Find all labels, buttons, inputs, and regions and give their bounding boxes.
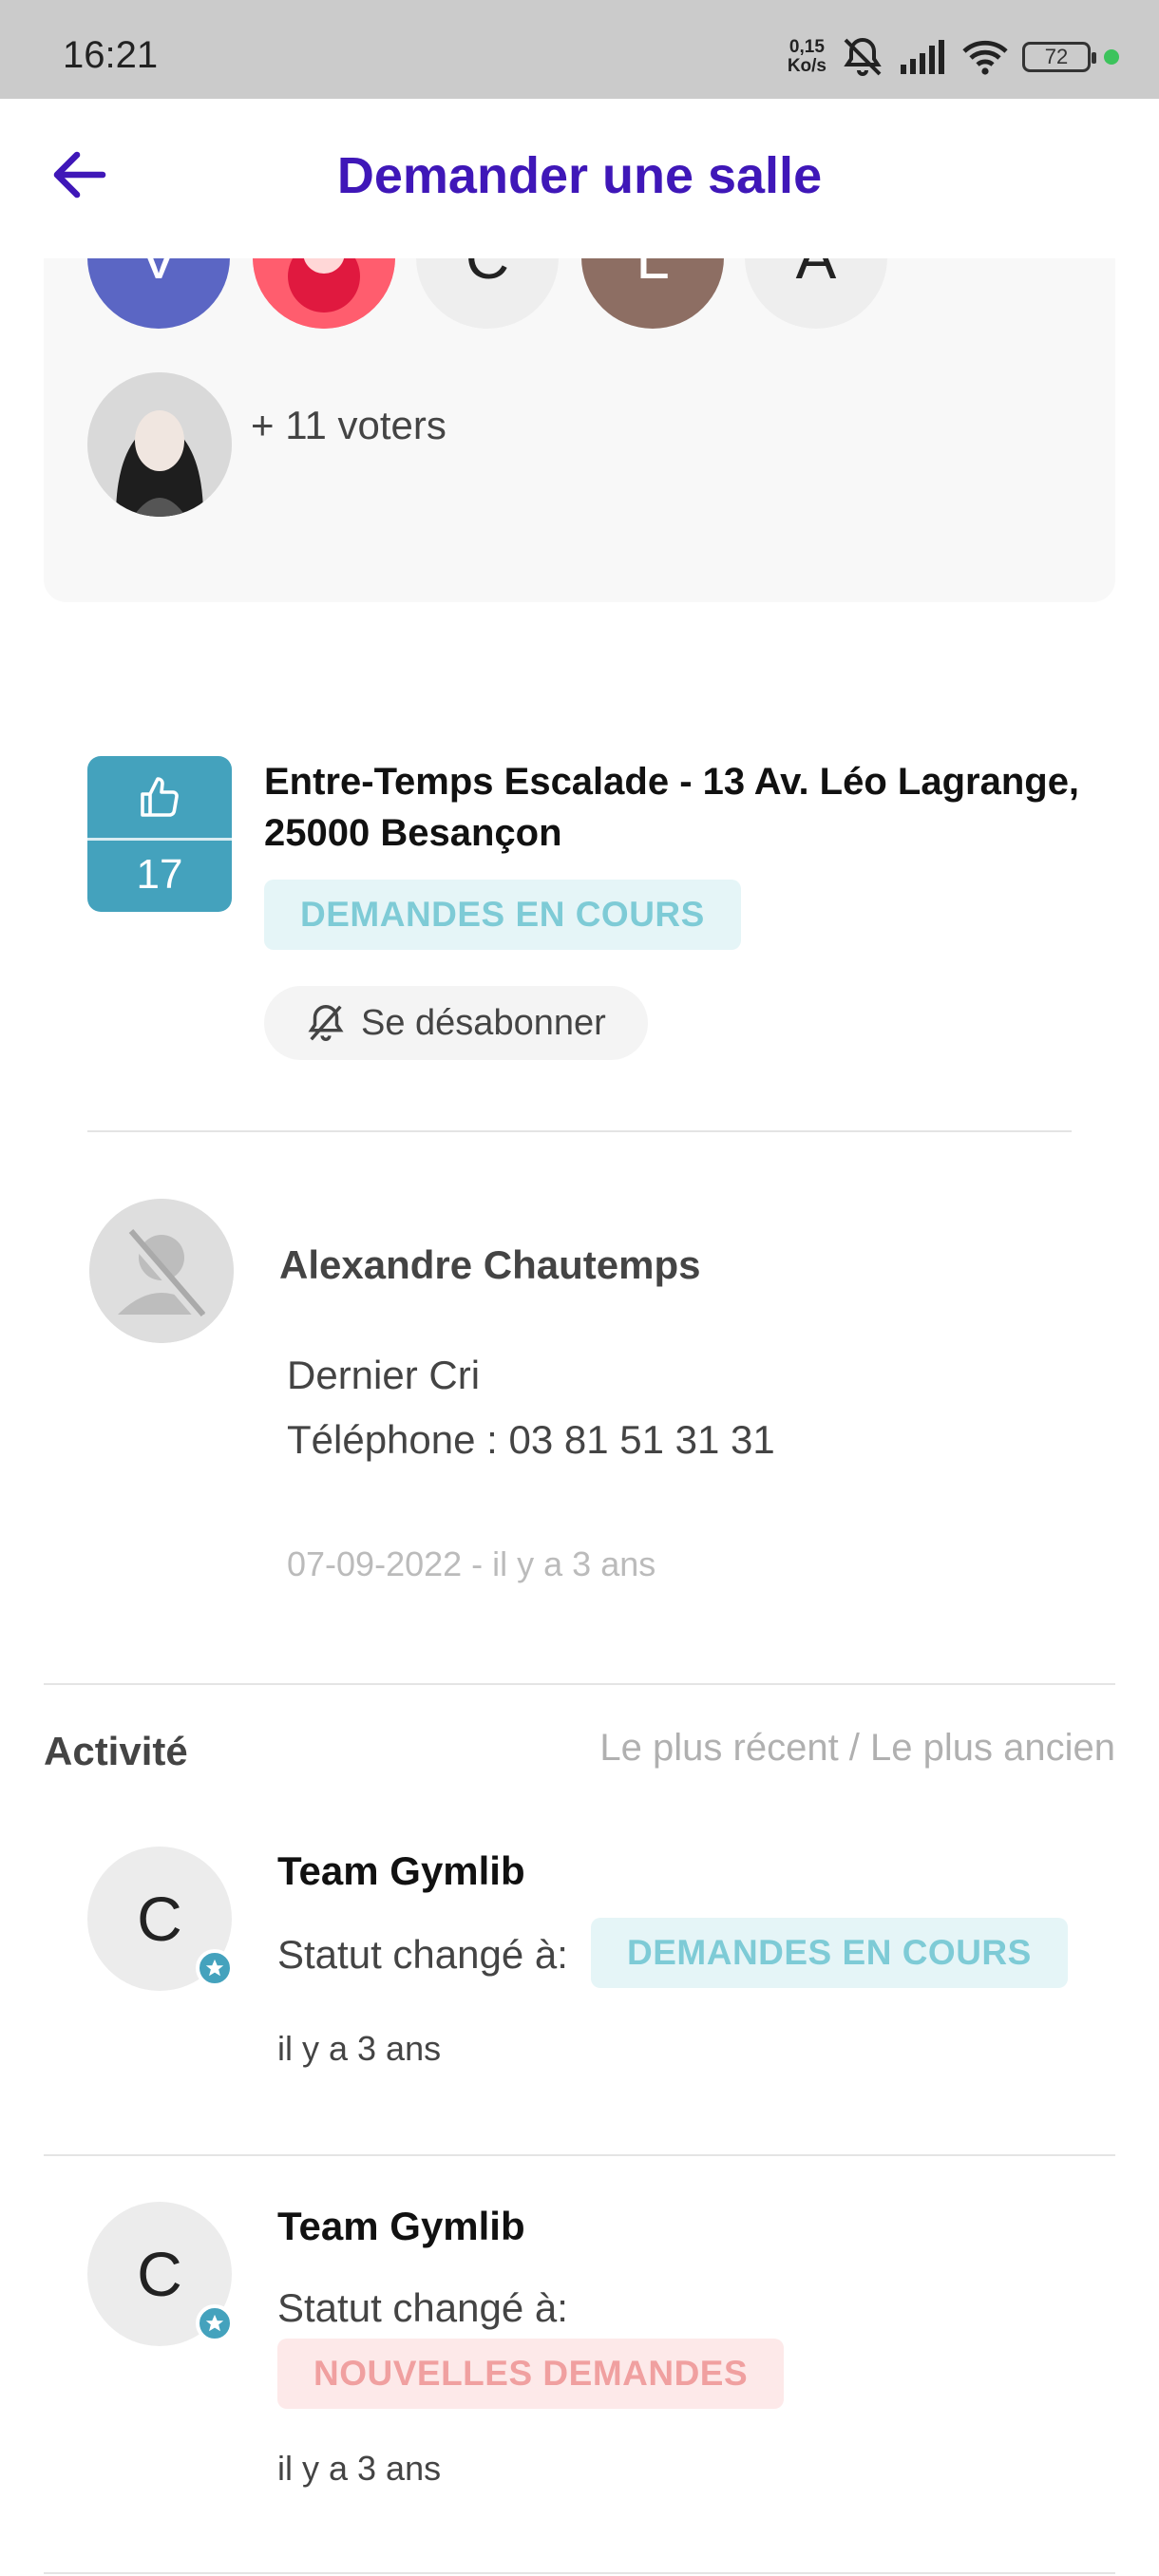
thumbs-up-icon bbox=[141, 777, 179, 817]
request-date: 07-09-2022 - il y a 3 ans bbox=[287, 1544, 656, 1583]
page-title: Demander une salle bbox=[336, 147, 823, 204]
unsubscribe-button[interactable]: Se désabonner bbox=[264, 986, 648, 1060]
author-name: Alexandre Chautemps bbox=[279, 1242, 701, 1287]
anonymous-avatar bbox=[89, 1199, 234, 1343]
activity-title: Activité bbox=[44, 1729, 188, 1773]
star-badge-icon bbox=[196, 1949, 234, 1987]
activity-author: Team Gymlib bbox=[277, 1848, 525, 1893]
system-status-bar: 16:21 0,15 Ko/s 72 bbox=[0, 0, 1159, 99]
person-photo-icon bbox=[87, 372, 232, 517]
activity-status-prefix: Statut changé à: bbox=[277, 2285, 568, 2330]
activity-time: il y a 3 ans bbox=[277, 2449, 442, 2488]
activity-time: il y a 3 ans bbox=[277, 2029, 442, 2068]
author-phone: Téléphone : 03 81 51 31 31 bbox=[287, 1417, 775, 1462]
status-icons: 0,15 Ko/s 72 bbox=[788, 32, 1119, 82]
unsubscribe-label: Se désabonner bbox=[361, 1002, 606, 1043]
status-badge: DEMANDES EN COURS bbox=[264, 880, 741, 950]
user-hidden-icon bbox=[89, 1199, 234, 1343]
activity-avatar: C bbox=[87, 1847, 234, 1991]
activity-avatar: C bbox=[87, 2202, 234, 2346]
voter-avatar-photo[interactable] bbox=[87, 372, 232, 517]
status-badge: DEMANDES EN COURS bbox=[591, 1918, 1068, 1988]
status-time: 16:21 bbox=[63, 34, 159, 76]
vote-divider bbox=[87, 838, 232, 841]
vote-count: 17 bbox=[136, 851, 183, 898]
upvote-button[interactable]: 17 bbox=[87, 756, 232, 912]
request-title: Entre-Temps Escalade - 13 Av. Léo Lagran… bbox=[264, 761, 1080, 854]
author-company: Dernier Cri bbox=[287, 1353, 481, 1397]
app-header: Demander une salle bbox=[0, 99, 1159, 258]
divider bbox=[44, 2154, 1115, 2156]
divider bbox=[87, 1130, 1072, 1132]
activity-status-prefix: Statut changé à: bbox=[277, 1932, 568, 1977]
star-badge-icon bbox=[196, 2304, 234, 2342]
network-speed: 0,15 Ko/s bbox=[787, 37, 826, 76]
divider bbox=[44, 2572, 1115, 2574]
voters-more-label[interactable]: + 11 voters bbox=[251, 403, 446, 448]
status-badge: NOUVELLES DEMANDES bbox=[277, 2339, 785, 2409]
activity-author: Team Gymlib bbox=[277, 2204, 525, 2248]
wifi-icon bbox=[962, 40, 1008, 75]
bell-off-icon bbox=[308, 1005, 344, 1041]
privacy-indicator-dot bbox=[1104, 49, 1119, 65]
signal-icon bbox=[901, 40, 944, 74]
sort-toggle[interactable]: Le plus récent / Le plus ancien bbox=[599, 1727, 1115, 1770]
silent-bell-icon bbox=[844, 37, 882, 76]
battery-icon: 72 bbox=[1022, 42, 1096, 72]
divider bbox=[44, 1683, 1115, 1685]
